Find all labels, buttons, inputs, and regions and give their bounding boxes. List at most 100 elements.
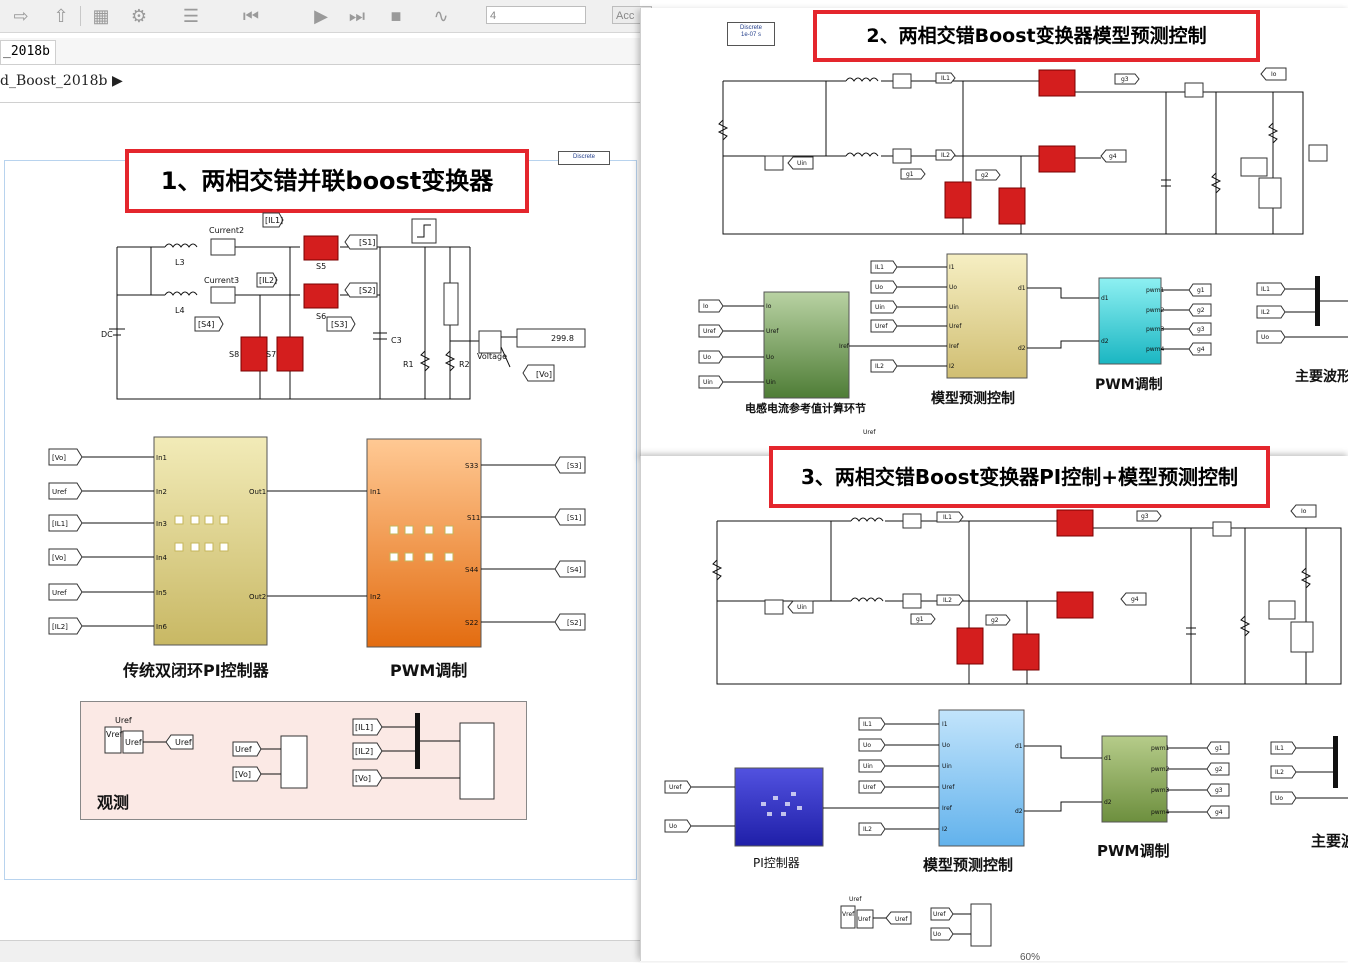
stop-icon[interactable]: ■ [385, 5, 407, 27]
tab-bar [0, 38, 640, 65]
port-label: pwm3 [1151, 787, 1170, 794]
goto-label: g2 [1197, 307, 1205, 314]
from-tag-label: Uo [1261, 334, 1269, 341]
port-label: Iref [942, 805, 953, 812]
port-label: Iref [949, 343, 960, 350]
goto-label: g1 [1215, 745, 1223, 752]
panel-interleaved-boost: Discrete 1、两相交错并联boost变换器 DC L3 L4 Curre… [4, 149, 637, 880]
run-icon[interactable]: ▶ [310, 5, 332, 27]
from-tag-label: [IL2] [355, 747, 373, 756]
from-tag-label: Uref [703, 328, 716, 335]
status-bar [0, 940, 640, 962]
port-label: Uref [766, 328, 779, 335]
port-label: Uref [949, 323, 962, 330]
port-label: d2 [1018, 345, 1026, 352]
goto-label: g1 [1197, 287, 1205, 294]
goto-label: g4 [1197, 346, 1205, 353]
from-tag-label: Uin [875, 304, 885, 311]
reference-block [763, 291, 850, 399]
observe-blocks: Uref Vref Uref Uref Uref [Vo] [IL1] [IL2… [104, 713, 495, 800]
from-tag-label: Uin [703, 379, 713, 386]
mux-block [415, 713, 420, 769]
breadcrumb-label: d_Boost_2018b [0, 73, 108, 89]
port-label: d1 [1101, 295, 1109, 302]
panel-pi-mpc: 3、两相交错Boost变换器PI控制+模型预测控制 IL1 IL2 g3 g4 … [640, 446, 1348, 961]
breadcrumb[interactable]: d_Boost_2018b ▶ [0, 73, 123, 89]
port-label: Iref [839, 343, 850, 350]
block-caption: 电感电流参考值计算环节 [745, 402, 866, 415]
toolbar-separator [80, 6, 81, 26]
step-back-icon[interactable]: ⏮ [240, 5, 262, 27]
from-tag-label: Uo [933, 931, 941, 938]
from-tag-label: [IL1] [355, 723, 373, 732]
port-label: d1 [1015, 743, 1023, 750]
from-tag-label: IL2 [1275, 769, 1284, 776]
goto-label: g3 [1197, 326, 1205, 333]
block-label: Vref [842, 911, 855, 918]
from-tag-label: Uin [863, 763, 873, 770]
from-tag-label: Uo [875, 284, 883, 291]
mux-block [1315, 276, 1320, 326]
arrow-forward-icon[interactable]: ⇨ [10, 5, 32, 27]
model-explorer-icon[interactable]: ☰ [180, 5, 202, 27]
from-tag-label: IL1 [863, 721, 872, 728]
block-label: Uref [115, 716, 132, 725]
from-tag-label: Uref [669, 784, 682, 791]
port-label: pwm1 [1146, 287, 1165, 294]
tab-model[interactable]: _2018b [0, 40, 56, 64]
block-label: Vref [106, 730, 123, 739]
arrow-up-icon[interactable]: ⇧ [50, 5, 72, 27]
goto-label: g3 [1215, 787, 1223, 794]
mpc-block [938, 709, 1025, 847]
from-tag-label: IL1 [1275, 745, 1284, 752]
port-label: Uin [942, 763, 952, 770]
port-label: I1 [949, 264, 955, 271]
block-caption: PWM调制 [1095, 377, 1163, 393]
port-label: pwm2 [1146, 307, 1165, 314]
toolbar: ⇨ ⇧ ▦ ⚙ ☰ ⏮ ▶ ⏭ ■ ∿ 4 Acc [0, 0, 652, 33]
from-tag-label: IL2 [875, 363, 884, 370]
port-label: d1 [1104, 755, 1112, 762]
divider [0, 102, 640, 103]
from-tag-label: IL2 [863, 826, 872, 833]
port-label: pwm1 [1151, 745, 1170, 752]
gear-icon[interactable]: ⚙ [128, 5, 150, 27]
block-label: Uref [858, 916, 871, 923]
block-label: Uref [125, 738, 142, 747]
port-label: d2 [1015, 808, 1023, 815]
from-tag-label: Uref [933, 911, 946, 918]
chevron-right-icon: ▶ [111, 73, 123, 89]
stop-time-input[interactable]: 4 [486, 6, 586, 24]
port-label: Uref [942, 784, 955, 791]
port-label: pwm4 [1146, 346, 1165, 353]
port-label: Uin [949, 304, 959, 311]
from-tag-label: [Vo] [235, 770, 251, 779]
port-label: pwm3 [1146, 326, 1165, 333]
goto-label: Uref [895, 916, 908, 923]
from-tag-label: Uo [703, 354, 711, 361]
pi-controller-block [734, 767, 824, 847]
mux-block [1333, 736, 1338, 788]
from-tag-label: Uo [669, 823, 677, 830]
from-tag-label: IL2 [1261, 309, 1270, 316]
port-label: I2 [949, 363, 955, 370]
port-label: d2 [1104, 799, 1112, 806]
port-label: d2 [1101, 338, 1109, 345]
zoom-indicator: 60% [1020, 952, 1041, 963]
block-caption: 模型预测控制 [931, 391, 1015, 407]
library-icon[interactable]: ▦ [90, 5, 112, 27]
step-forward-icon[interactable]: ⏭ [346, 5, 368, 27]
block-caption: PWM调制 [1097, 842, 1170, 860]
from-tag-label: Uo [1275, 795, 1283, 802]
from-tag-label: [Vo] [355, 774, 371, 783]
from-tag-label: Uref [875, 323, 888, 330]
port-label: Uo [942, 742, 950, 749]
block-caption: PI控制器 [753, 856, 800, 870]
port-label: pwm4 [1151, 809, 1170, 816]
block-caption: 主要波 [1311, 832, 1348, 850]
observe-caption: 观测 [97, 793, 130, 812]
port-label: pwm2 [1151, 766, 1170, 773]
scope-icon[interactable]: ∿ [430, 5, 452, 27]
from-tag-label: Io [703, 303, 709, 310]
port-label: I2 [942, 826, 948, 833]
